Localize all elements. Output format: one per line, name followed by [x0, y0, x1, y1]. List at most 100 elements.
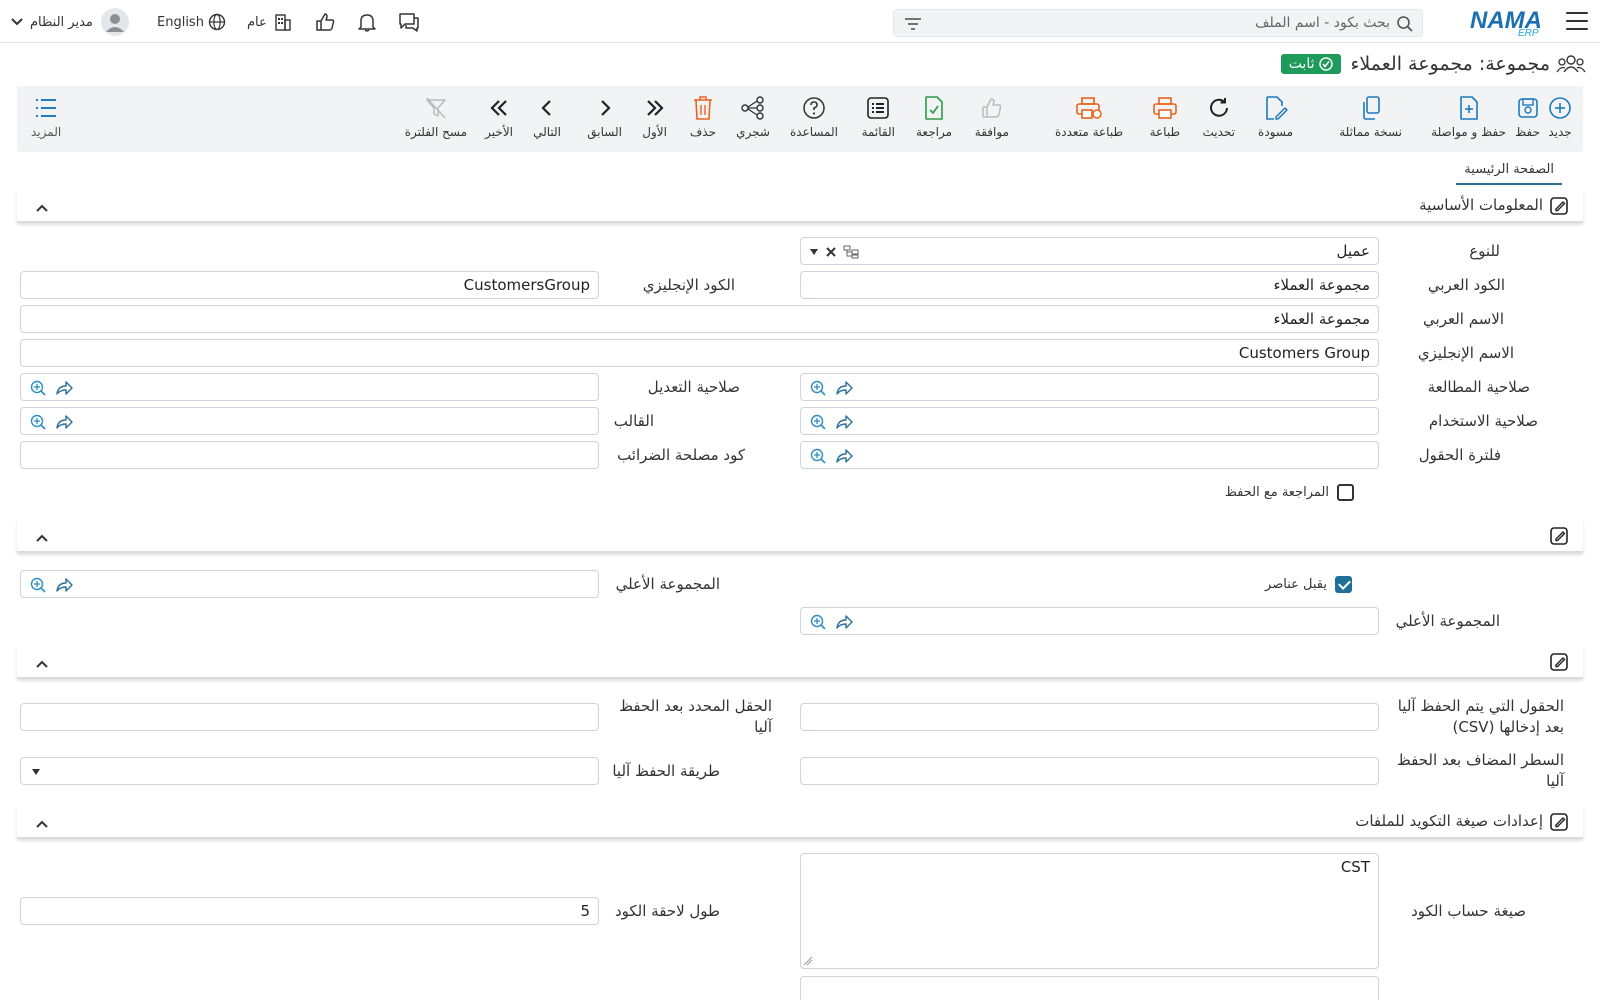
- search-add-icon[interactable]: [809, 413, 827, 431]
- section-coding-header[interactable]: إعدادات صيغة التكويد للملفات: [17, 806, 1583, 839]
- next-field-partial[interactable]: [800, 976, 1379, 1000]
- edit-permission-field[interactable]: [20, 373, 599, 401]
- section-basic-info-header[interactable]: المعلومات الأساسية: [17, 190, 1583, 223]
- nama-logo[interactable]: NAMA ERP: [1468, 4, 1550, 39]
- tax-code-field[interactable]: [20, 441, 599, 469]
- arabic-code-field[interactable]: مجموعة العملاء: [800, 271, 1379, 299]
- view-permission-label: صلاحية المطالعة: [1427, 378, 1530, 396]
- duplicate-button[interactable]: نسخة مماثلة: [1339, 94, 1402, 139]
- tree-icon: [740, 94, 766, 122]
- branch-switch[interactable]: عام: [247, 10, 293, 34]
- field-filter-field[interactable]: [800, 441, 1379, 469]
- language-switch[interactable]: English: [157, 10, 226, 34]
- print-button[interactable]: طباعة: [1150, 94, 1180, 139]
- share-arrow-icon[interactable]: [55, 576, 73, 594]
- approve-button[interactable]: موافقة: [975, 94, 1009, 139]
- share-arrow-icon[interactable]: [55, 413, 73, 431]
- user-name: مدير النظام: [30, 14, 93, 30]
- top-bar: NAMA ERP بحث بكود - اسم الملف مدير النظا…: [0, 0, 1600, 43]
- share-arrow-icon[interactable]: [835, 379, 853, 397]
- resize-handle-icon[interactable]: [803, 956, 813, 966]
- share-arrow-icon[interactable]: [835, 447, 853, 465]
- english-code-field[interactable]: CustomersGroup: [20, 271, 599, 299]
- more-button[interactable]: المزيد: [31, 94, 61, 139]
- parent-group-field-2[interactable]: [800, 607, 1379, 635]
- chevron-right-icon: [598, 94, 612, 122]
- suffix-length-field[interactable]: 5: [20, 897, 599, 925]
- arabic-name-field[interactable]: مجموعة العملاء: [20, 305, 1379, 333]
- chevron-up-icon[interactable]: [35, 198, 49, 217]
- auto-fields-field[interactable]: [800, 703, 1379, 731]
- use-permission-label: صلاحية الاستخدام: [1428, 412, 1538, 430]
- chevron-up-icon[interactable]: [35, 654, 49, 673]
- english-name-field[interactable]: Customers Group: [20, 339, 1379, 367]
- file-check-icon: [923, 94, 945, 122]
- last-button[interactable]: الأخير: [485, 94, 513, 139]
- save-continue-button[interactable]: حفظ و مواصلة: [1431, 94, 1506, 139]
- list-button[interactable]: القائمة: [862, 94, 895, 139]
- clear-icon[interactable]: [825, 246, 837, 258]
- delete-button[interactable]: حذف: [690, 94, 716, 139]
- draft-button[interactable]: مسودة: [1258, 94, 1293, 139]
- search-add-icon[interactable]: [29, 576, 47, 594]
- english-name-label: الاسم الإنجليزي: [1417, 344, 1514, 362]
- save-method-select[interactable]: [20, 757, 599, 785]
- view-permission-field[interactable]: [800, 373, 1379, 401]
- share-arrow-icon[interactable]: [55, 379, 73, 397]
- page-title: مجموعة: مجموعة العملاء: [1350, 53, 1551, 75]
- first-button[interactable]: الأول: [642, 94, 667, 139]
- share-arrow-icon[interactable]: [835, 413, 853, 431]
- caret-down-icon[interactable]: [809, 248, 819, 256]
- checkbox-box[interactable]: [1337, 484, 1354, 501]
- added-line-field[interactable]: [800, 757, 1379, 785]
- share-arrow-icon[interactable]: [835, 613, 853, 631]
- parent-group-label-2: المجموعة الأعلي: [1395, 612, 1500, 630]
- review-on-save-checkbox[interactable]: المراجعة مع الحفظ: [1225, 484, 1354, 501]
- user-menu[interactable]: مدير النظام: [10, 8, 129, 36]
- code-formula-textarea[interactable]: CST: [800, 853, 1379, 969]
- previous-button[interactable]: السابق: [587, 94, 622, 139]
- caret-down-icon[interactable]: [31, 768, 41, 776]
- chevron-up-icon[interactable]: [35, 528, 49, 547]
- review-button[interactable]: مراجعة: [916, 94, 952, 139]
- chat-icon[interactable]: [397, 10, 421, 34]
- search-input[interactable]: بحث بكود - اسم الملف: [893, 9, 1423, 37]
- thumbs-up-icon[interactable]: [314, 10, 336, 34]
- multi-print-button[interactable]: طباعة متعددة: [1055, 94, 1123, 139]
- search-add-icon[interactable]: [809, 447, 827, 465]
- added-line-label: السطر المضاف بعد الحفظ آليا: [1396, 751, 1564, 790]
- tree-button[interactable]: شجري: [736, 94, 770, 139]
- tree-select-icon[interactable]: [843, 245, 859, 259]
- new-button[interactable]: جديد: [1548, 94, 1572, 139]
- use-permission-field[interactable]: [800, 407, 1379, 435]
- template-field[interactable]: [20, 407, 599, 435]
- checkbox-box-checked[interactable]: [1335, 576, 1352, 593]
- section-group-header[interactable]: [17, 520, 1583, 553]
- edit-file-icon: [1264, 94, 1288, 122]
- tab-main[interactable]: الصفحة الرئيسية: [1456, 160, 1562, 185]
- clear-filter-button[interactable]: مسح الفلترة: [405, 94, 467, 139]
- edit-icon: [1549, 196, 1569, 220]
- search-add-icon[interactable]: [809, 379, 827, 397]
- accepts-items-checkbox[interactable]: يقبل عناصر: [1265, 576, 1352, 593]
- group-icon: [1556, 55, 1586, 73]
- help-button[interactable]: المساعدة: [790, 94, 838, 139]
- template-label: القالب: [613, 412, 654, 430]
- parent-group-field[interactable]: [20, 570, 599, 598]
- search-add-icon[interactable]: [809, 613, 827, 631]
- save-method-label: طريقة الحفظ آليا: [612, 762, 720, 780]
- menu-icon[interactable]: [1566, 12, 1588, 30]
- next-button[interactable]: التالي: [533, 94, 561, 139]
- section-autosave-header[interactable]: [17, 646, 1583, 679]
- selected-field-field[interactable]: [20, 703, 599, 731]
- chevron-up-icon[interactable]: [35, 814, 49, 833]
- search-add-icon[interactable]: [29, 379, 47, 397]
- english-code-label: الكود الإنجليزي: [642, 276, 735, 294]
- filter-icon[interactable]: [904, 16, 922, 35]
- bell-icon[interactable]: [356, 10, 378, 34]
- refresh-button[interactable]: تحديث: [1202, 94, 1235, 139]
- search-add-icon[interactable]: [29, 413, 47, 431]
- branch-label: عام: [247, 14, 267, 30]
- save-button[interactable]: حفظ: [1515, 94, 1540, 139]
- for-type-select[interactable]: عميل: [800, 237, 1379, 265]
